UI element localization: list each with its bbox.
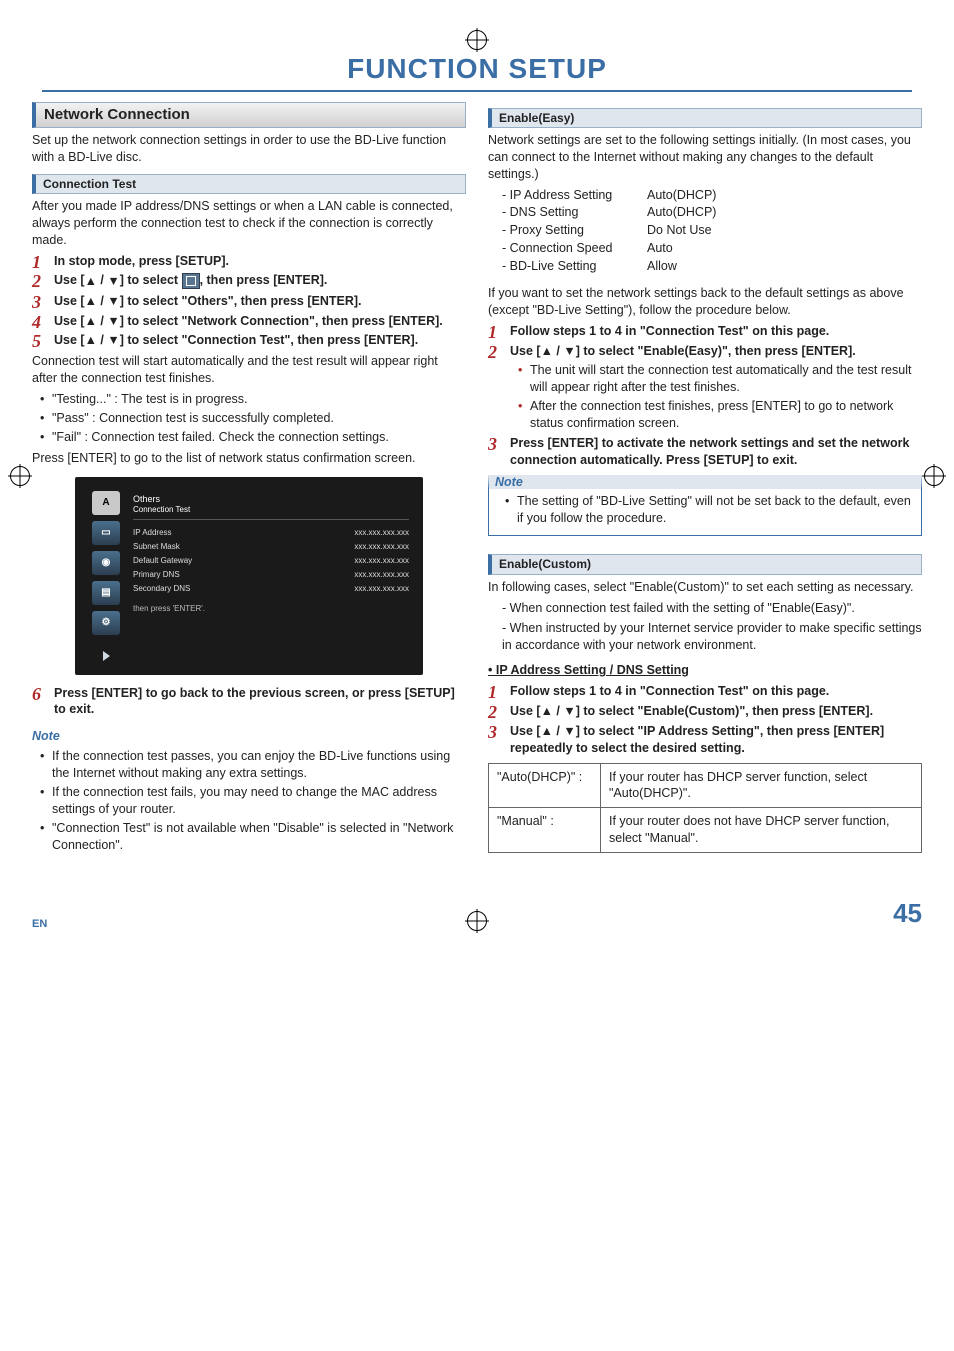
ss-key: Secondary DNS (133, 584, 190, 595)
setting-val: Do Not Use (647, 222, 922, 239)
crop-mark-icon (467, 30, 487, 50)
setting-val: Auto(DHCP) (647, 187, 922, 204)
ss-val: xxx.xxx.xxx.xxx (354, 570, 409, 581)
language-code: EN (32, 917, 47, 932)
options-table: "Auto(DHCP)" :If your router has DHCP se… (488, 763, 922, 854)
setting-val: Allow (647, 258, 922, 275)
note-title: Note (495, 474, 523, 491)
left-column: Network Connection Set up the network co… (32, 100, 466, 857)
custom-intro: In following cases, select "Enable(Custo… (488, 579, 922, 596)
note-box: Note The setting of "BD-Live Setting" wi… (488, 475, 922, 537)
ss-footer: then press 'ENTER'. (133, 604, 409, 615)
ss-title: Others (133, 493, 409, 505)
note-item: If the connection test fails, you may ne… (52, 784, 466, 818)
step-text: Use [▲ / ▼] to select "Others", then pre… (54, 293, 466, 310)
section-network-connection: Network Connection (32, 102, 466, 128)
opt-val: If your router does not have DHCP server… (601, 808, 922, 853)
setting-val: Auto (647, 240, 922, 257)
crop-mark-icon (467, 911, 487, 931)
ss-key: Primary DNS (133, 570, 180, 581)
opt-val: If your router has DHCP server function,… (601, 763, 922, 808)
page-title: FUNCTION SETUP (42, 50, 912, 92)
step-text: Use [▲ / ▼] to select , then press [ENTE… (54, 272, 466, 289)
ss-key: IP Address (133, 528, 172, 539)
settings-icon (182, 273, 200, 289)
step-text: Use [▲ / ▼] to select "Enable(Easy)", th… (510, 343, 922, 360)
opt-key: "Auto(DHCP)" : (489, 763, 601, 808)
step-text: Use [▲ / ▼] to select "Enable(Custom)", … (510, 703, 922, 720)
crop-mark-icon (10, 466, 30, 486)
step-text: Use [▲ / ▼] to select "Connection Test",… (54, 332, 466, 349)
setting-key: - Connection Speed (502, 240, 647, 257)
setting-key: - Proxy Setting (502, 222, 647, 239)
crop-mark-icon (924, 466, 944, 486)
subsection-connection-test: Connection Test (32, 174, 466, 194)
menu-icon-others: ⚙ (92, 611, 120, 635)
step-text: In stop mode, press [SETUP]. (54, 253, 466, 270)
result-item: "Testing..." : The test is in progress. (52, 391, 466, 408)
step-text: Press [ENTER] to go back to the previous… (54, 685, 466, 719)
note-title: Note (32, 728, 466, 745)
ss-key: Subnet Mask (133, 542, 180, 553)
note-item: "Connection Test" is not available when … (52, 820, 466, 854)
ss-val: xxx.xxx.xxx.xxx (354, 556, 409, 567)
intro-text: Set up the network connection settings i… (32, 132, 466, 166)
subsection-enable-easy: Enable(Easy) (488, 108, 922, 128)
substep-item: After the connection test finishes, pres… (530, 398, 922, 432)
step-text: Use [▲ / ▼] to select "IP Address Settin… (510, 723, 922, 757)
press-enter-text: Press [ENTER] to go to the list of netwo… (32, 450, 466, 467)
step-text: Follow steps 1 to 4 in "Connection Test"… (510, 683, 922, 700)
right-column: Enable(Easy) Network settings are set to… (488, 100, 922, 857)
menu-icon-audio: ◉ (92, 551, 120, 575)
easy-reset-text: If you want to set the network settings … (488, 285, 922, 319)
ss-val: xxx.xxx.xxx.xxx (354, 584, 409, 595)
note-item: The setting of "BD-Live Setting" will no… (517, 493, 913, 527)
menu-icon-language: A (92, 491, 120, 515)
setting-key: - IP Address Setting (502, 187, 647, 204)
easy-intro: Network settings are set to the followin… (488, 132, 922, 183)
conntest-desc: After you made IP address/DNS settings o… (32, 198, 466, 249)
note-item: If the connection test passes, you can e… (52, 748, 466, 782)
menu-icon-video: ▭ (92, 521, 120, 545)
subsection-enable-custom: Enable(Custom) (488, 554, 922, 574)
play-indicator-icon (103, 651, 110, 661)
menu-icon-parental: ▤ (92, 581, 120, 605)
conntest-after: Connection test will start automatically… (32, 353, 466, 387)
ip-dns-heading: • IP Address Setting / DNS Setting (488, 662, 922, 679)
case-item: - When connection test failed with the s… (502, 600, 922, 617)
onscreen-menu-screenshot: A ▭ ◉ ▤ ⚙ Others Connection Test IP Addr… (75, 477, 423, 675)
step-text: Follow steps 1 to 4 in "Connection Test"… (510, 323, 922, 340)
case-item: - When instructed by your Internet servi… (502, 620, 922, 654)
setting-key: - BD-Live Setting (502, 258, 647, 275)
step-text: Use [▲ / ▼] to select "Network Connectio… (54, 313, 466, 330)
setting-val: Auto(DHCP) (647, 204, 922, 221)
step-text: Press [ENTER] to activate the network se… (510, 435, 922, 469)
ss-val: xxx.xxx.xxx.xxx (354, 528, 409, 539)
setting-key: - DNS Setting (502, 204, 647, 221)
ss-key: Default Gateway (133, 556, 192, 567)
result-item: "Fail" : Connection test failed. Check t… (52, 429, 466, 446)
opt-key: "Manual" : (489, 808, 601, 853)
ss-subtitle: Connection Test (133, 505, 409, 521)
result-item: "Pass" : Connection test is successfully… (52, 410, 466, 427)
ss-val: xxx.xxx.xxx.xxx (354, 542, 409, 553)
substep-item: The unit will start the connection test … (530, 362, 922, 396)
page-number: 45 (893, 896, 922, 931)
